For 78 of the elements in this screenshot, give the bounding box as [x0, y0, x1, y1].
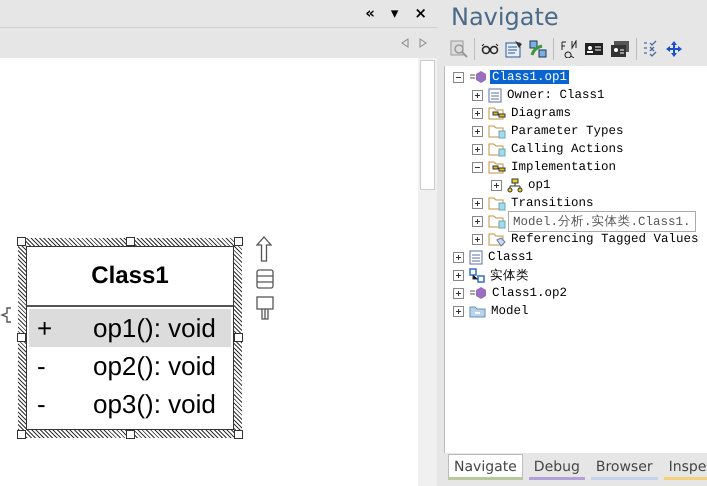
move-icon[interactable] — [665, 40, 683, 58]
operation-row[interactable]: - op3(): void — [29, 385, 231, 423]
panel-title: Navigate — [450, 2, 560, 33]
operation-row[interactable]: - op2(): void — [29, 347, 231, 385]
resize-handle[interactable] — [126, 430, 135, 439]
tree-item[interactable]: Parameter Types — [509, 124, 626, 138]
up-arrow-icon[interactable] — [256, 236, 272, 262]
folder-icon — [488, 142, 506, 156]
diagram-icon — [469, 268, 485, 282]
panel-tab[interactable]: Inspe — [664, 455, 707, 480]
package-icon — [469, 304, 486, 318]
navigate-element-icon[interactable] — [529, 40, 547, 58]
contact-card-icon[interactable] — [584, 41, 604, 57]
folder-icon — [488, 124, 506, 138]
resize-handle[interactable] — [234, 333, 243, 342]
tree-item[interactable]: Diagrams — [509, 106, 574, 120]
diagram-folder-icon — [488, 160, 506, 174]
expand-icon[interactable] — [491, 180, 502, 190]
folder-icon — [488, 196, 506, 210]
class-icon — [488, 88, 502, 102]
activity-icon — [507, 178, 523, 192]
expand-icon[interactable] — [453, 252, 464, 262]
expand-icon[interactable] — [472, 144, 483, 154]
folder-icon — [488, 214, 506, 228]
tree-item[interactable]: Model — [489, 304, 531, 318]
collapse-icon[interactable] — [453, 72, 464, 82]
tree-item[interactable]: Class1.op2 — [490, 286, 570, 300]
contacts-icon[interactable] — [610, 40, 630, 58]
glasses-icon[interactable] — [481, 43, 499, 55]
header-button[interactable]: × — [414, 6, 427, 21]
tooltip: Model.分析.实体类.Class1. — [508, 211, 696, 232]
tree-item[interactable]: Referencing Tagged Values — [509, 232, 701, 246]
resize-handle[interactable] — [126, 237, 135, 246]
tree-item[interactable]: Owner: Class1 — [505, 88, 607, 102]
diagram-folder-icon — [488, 106, 506, 120]
scroll-left-icon[interactable] — [401, 38, 409, 48]
expand-icon[interactable] — [453, 306, 464, 316]
resize-handle[interactable] — [17, 333, 26, 342]
note-icon[interactable] — [256, 296, 274, 320]
class-element[interactable]: Class1 + op1(): void - op2(): void - op3(): void — [18, 238, 242, 438]
tree-item[interactable]: Class1.op1 — [490, 70, 570, 84]
tree-item[interactable]: Transitions — [509, 196, 596, 210]
tree-item[interactable]: Class1 — [486, 250, 536, 264]
expand-icon[interactable] — [472, 126, 483, 136]
header-button[interactable]: ▾ — [390, 6, 398, 21]
class-icon — [469, 250, 483, 264]
expand-icon[interactable] — [472, 234, 483, 244]
scroll-right-icon[interactable] — [419, 38, 427, 48]
checklist-icon[interactable] — [643, 40, 659, 58]
tree-item[interactable]: 实体类 — [488, 266, 531, 284]
collapse-icon[interactable] — [472, 162, 483, 172]
operation-icon — [469, 70, 487, 84]
resize-handle[interactable] — [17, 237, 26, 246]
class-name: Class1 — [27, 247, 233, 307]
expand-icon[interactable] — [453, 270, 464, 280]
scrollbar[interactable] — [418, 58, 437, 486]
header-button[interactable]: « — [365, 6, 375, 21]
bracket-icon[interactable] — [0, 306, 12, 324]
find-icon[interactable] — [560, 40, 578, 58]
panel-tab[interactable]: Navigate — [448, 454, 523, 480]
expand-icon[interactable] — [453, 288, 464, 298]
tree-item[interactable]: Calling Actions — [509, 142, 626, 156]
resize-handle[interactable] — [234, 430, 243, 439]
operation-icon — [469, 286, 487, 300]
operation-row[interactable]: + op1(): void — [29, 309, 231, 347]
tag-folder-icon — [488, 232, 506, 246]
resize-handle[interactable] — [234, 237, 243, 246]
list-icon[interactable] — [256, 269, 274, 289]
expand-icon[interactable] — [472, 198, 483, 208]
panel-tab[interactable]: Browser — [590, 455, 658, 480]
expand-icon[interactable] — [472, 90, 483, 100]
expand-icon[interactable] — [472, 108, 483, 118]
properties-icon[interactable] — [505, 40, 523, 58]
resize-handle[interactable] — [17, 430, 26, 439]
tree-item[interactable]: Implementation — [509, 160, 618, 174]
tree-item[interactable]: op1 — [526, 178, 553, 192]
expand-icon[interactable] — [472, 216, 483, 226]
panel-tab[interactable]: Debug — [528, 455, 585, 480]
